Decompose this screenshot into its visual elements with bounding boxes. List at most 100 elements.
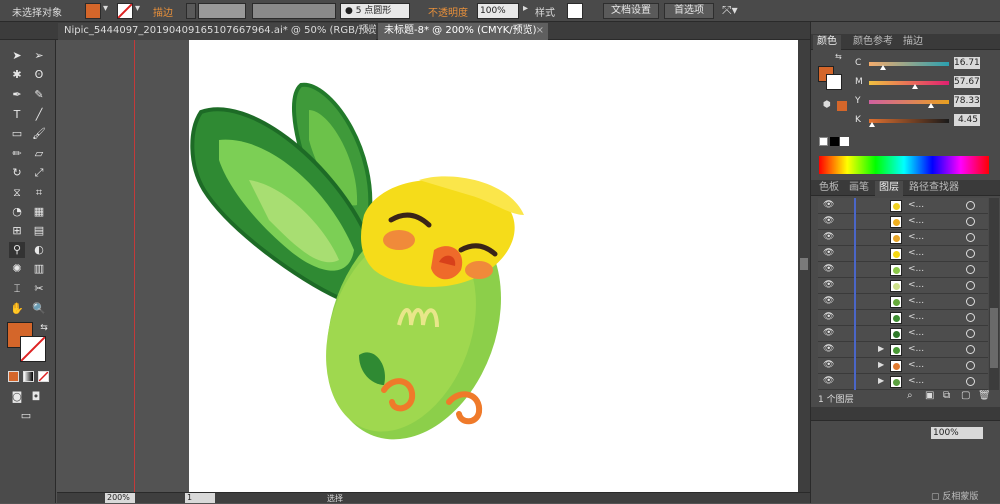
layer-name[interactable]: <... xyxy=(908,216,924,226)
layer-name[interactable]: <... xyxy=(908,376,924,386)
stroke-color-icon[interactable] xyxy=(826,74,842,90)
layer-row[interactable]: 👁 <... xyxy=(818,246,988,262)
tab-swatches[interactable]: 色板 xyxy=(815,181,843,196)
target-circle-icon[interactable] xyxy=(966,297,975,306)
pencil-icon[interactable]: ✏ xyxy=(9,146,25,162)
swap-colors-icon[interactable]: ⇆ xyxy=(36,320,52,336)
layer-row[interactable]: 👁 <... xyxy=(818,262,988,278)
opacity-input[interactable]: 100% xyxy=(477,3,519,19)
target-circle-icon[interactable] xyxy=(966,361,975,370)
preferences-button[interactable]: 首选项 xyxy=(664,3,714,19)
channel-knob[interactable] xyxy=(879,65,886,70)
scroll-thumb[interactable] xyxy=(800,258,808,270)
rectangle-tool-icon[interactable]: ▭ xyxy=(9,126,25,142)
channel-m-slider[interactable] xyxy=(869,81,949,89)
layer-row[interactable]: 👁 ▶ <... xyxy=(818,374,988,390)
layer-name[interactable]: <... xyxy=(908,312,924,322)
vertical-guide[interactable] xyxy=(134,40,135,492)
layer-row[interactable]: 👁 <... xyxy=(818,294,988,310)
visibility-eye-icon[interactable]: 👁 xyxy=(823,296,834,306)
visibility-eye-icon[interactable]: 👁 xyxy=(823,312,834,322)
tab-document-1[interactable]: Nipic_5444097_20190409165107667964.ai* @… xyxy=(58,23,376,40)
selection-tool-icon[interactable]: ➤ xyxy=(9,48,25,64)
visibility-eye-icon[interactable]: 👁 xyxy=(823,360,834,370)
layer-name[interactable]: <... xyxy=(908,328,924,338)
channel-k-input[interactable]: 4.45 xyxy=(954,114,980,126)
document-settings-button[interactable]: 文档设置 xyxy=(603,3,659,19)
width-tool-icon[interactable]: ⧖ xyxy=(9,185,25,201)
target-circle-icon[interactable] xyxy=(966,345,975,354)
layer-row[interactable]: 👁 ▶ <... xyxy=(818,342,988,358)
zoom-tool-icon[interactable]: 🔍 xyxy=(31,301,47,317)
invert-mask-checkbox[interactable]: ▢ 反相蒙版 xyxy=(931,489,978,502)
visibility-eye-icon[interactable]: 👁 xyxy=(823,280,834,290)
status-mode[interactable]: 选择 xyxy=(327,493,343,504)
opacity-arrow-icon[interactable]: ▸ xyxy=(523,3,528,14)
visibility-eye-icon[interactable]: 👁 xyxy=(823,248,834,258)
out-of-gamut-icon[interactable]: ⬢ xyxy=(823,100,831,110)
layer-row[interactable]: 👁 <... xyxy=(818,310,988,326)
layer-name[interactable]: <... xyxy=(908,344,924,354)
target-circle-icon[interactable] xyxy=(966,329,975,338)
layer-row[interactable]: 👁 <... xyxy=(818,198,988,214)
mesh-tool-icon[interactable]: ⊞ xyxy=(9,223,25,239)
none-mode-icon[interactable] xyxy=(38,371,49,382)
expand-arrow-icon[interactable]: ▶ xyxy=(878,376,884,385)
visibility-eye-icon[interactable]: 👁 xyxy=(823,344,834,354)
new-sublayer-icon[interactable]: ⧉ xyxy=(943,390,950,401)
color-mode-icon[interactable] xyxy=(8,371,19,382)
tab-layers[interactable]: 图层 xyxy=(875,181,903,196)
layer-row[interactable]: 👁 <... xyxy=(818,230,988,246)
stroke-menu-arrow-icon[interactable]: ▾ xyxy=(135,3,140,14)
visibility-eye-icon[interactable]: 👁 xyxy=(823,200,834,210)
variable-width-profile[interactable] xyxy=(252,3,336,19)
layer-name[interactable]: <... xyxy=(908,232,924,242)
tab-brushes[interactable]: 画笔 xyxy=(845,181,873,196)
layer-name[interactable]: <... xyxy=(908,264,924,274)
trash-icon[interactable]: 🗑 xyxy=(978,390,991,401)
channel-c-slider[interactable] xyxy=(869,62,949,70)
color-spectrum[interactable] xyxy=(819,156,989,174)
scale-tool-icon[interactable]: ⤢ xyxy=(31,165,47,181)
visibility-eye-icon[interactable]: 👁 xyxy=(823,216,834,226)
gamut-swatch[interactable] xyxy=(837,101,847,111)
channel-knob[interactable] xyxy=(912,84,919,89)
tab-color[interactable]: 颜色 xyxy=(813,35,841,50)
zoom-input[interactable]: 200% xyxy=(105,493,135,503)
white-swatch[interactable] xyxy=(840,137,849,146)
close-icon[interactable]: × xyxy=(364,23,372,39)
symbol-sprayer-icon[interactable]: ✺ xyxy=(9,261,25,277)
make-clipping-mask-icon[interactable]: ▣ xyxy=(925,390,934,401)
channel-m-input[interactable]: 57.67 xyxy=(954,76,980,88)
free-transform-icon[interactable]: ⌗ xyxy=(31,185,47,201)
visibility-eye-icon[interactable]: 👁 xyxy=(823,264,834,274)
target-circle-icon[interactable] xyxy=(966,377,975,386)
layer-name[interactable]: <... xyxy=(908,360,924,370)
draw-behind-icon[interactable]: ◘ xyxy=(28,389,44,405)
hand-tool-icon[interactable]: ✋ xyxy=(9,301,25,317)
scroll-thumb[interactable] xyxy=(990,308,998,368)
draw-normal-icon[interactable]: ◙ xyxy=(9,389,25,405)
visibility-eye-icon[interactable]: 👁 xyxy=(823,376,834,386)
channel-c-input[interactable]: 16.71 xyxy=(954,57,980,69)
style-swatch[interactable] xyxy=(567,3,583,19)
artboard[interactable] xyxy=(189,40,798,492)
channel-knob[interactable] xyxy=(869,122,876,127)
visibility-eye-icon[interactable]: 👁 xyxy=(823,328,834,338)
line-tool-icon[interactable]: ╱ xyxy=(31,107,47,123)
fill-menu-arrow-icon[interactable]: ▾ xyxy=(103,3,108,14)
layer-row[interactable]: 👁 <... xyxy=(818,326,988,342)
layer-row[interactable]: 👁 <... xyxy=(818,214,988,230)
channel-knob[interactable] xyxy=(928,103,935,108)
direct-selection-tool-icon[interactable]: ➢ xyxy=(31,48,47,64)
none-swatch[interactable] xyxy=(819,137,828,146)
swap-colors-icon[interactable]: ⇆ xyxy=(835,52,842,61)
tab-color-guide[interactable]: 颜色参考 xyxy=(849,35,897,50)
curvature-tool-icon[interactable]: ✎ xyxy=(31,87,47,103)
target-circle-icon[interactable] xyxy=(966,249,975,258)
black-swatch[interactable] xyxy=(830,137,839,146)
layers-scrollbar[interactable] xyxy=(989,198,999,390)
opacity-label[interactable]: 不透明度 xyxy=(428,4,468,19)
layer-row[interactable]: 👁 ▶ <... xyxy=(818,358,988,374)
layer-name[interactable]: <... xyxy=(908,280,924,290)
